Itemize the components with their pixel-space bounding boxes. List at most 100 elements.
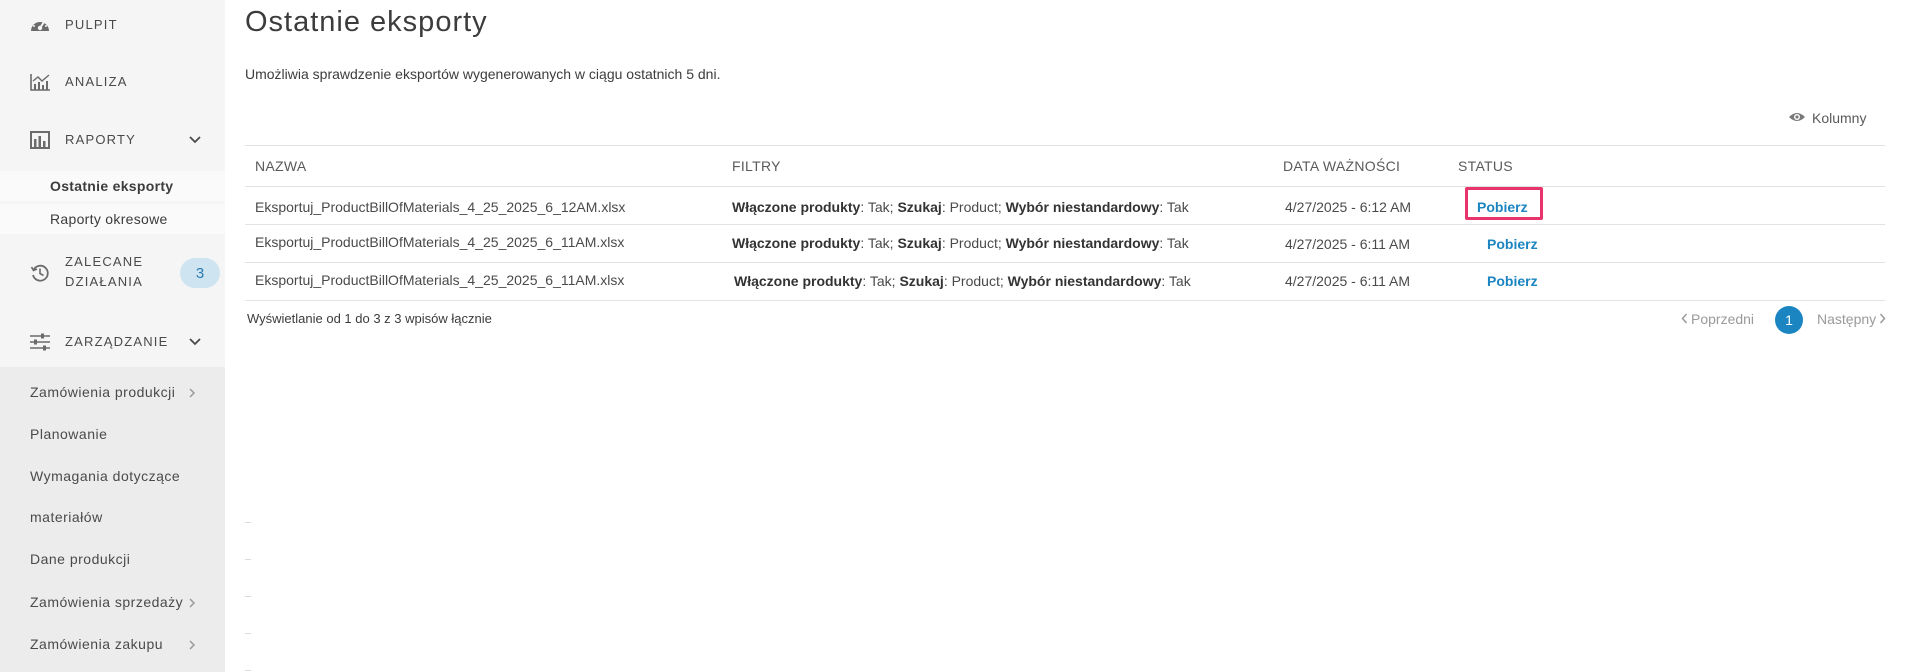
- history-icon: [28, 261, 52, 285]
- sidebar-subitem-production-data[interactable]: Dane produkcji: [0, 543, 225, 577]
- speedometer-icon: [28, 13, 52, 37]
- filter-value: : Tak: [1161, 273, 1191, 289]
- sidebar-subitem-label: Zamówienia zakupu: [30, 636, 164, 652]
- main-content: Ostatnie eksporty Umożliwia sprawdzenie …: [225, 0, 1906, 672]
- next-page-button[interactable]: Następny: [1817, 311, 1886, 327]
- chevron-down-icon: [188, 133, 202, 147]
- eye-icon: [1788, 110, 1806, 126]
- sidebar-item-management[interactable]: ZARZĄDZANIE: [0, 330, 225, 354]
- export-expiry-date: 4/27/2025 - 6:12 AM: [1285, 199, 1412, 215]
- sidebar-item-label-line2: DZIAŁANIA: [65, 274, 143, 289]
- chevron-down-icon: [188, 335, 202, 349]
- sidebar-item-recommended-actions[interactable]: ZALECANE DZIAŁANIA 3: [0, 252, 225, 294]
- sidebar-subitem-material-requirements[interactable]: Wymagania dotyczące: [0, 460, 225, 494]
- table-divider: [245, 300, 1885, 301]
- sidebar-item-label-line1: ZALECANE: [65, 254, 144, 269]
- sidebar-subitem-periodic-reports[interactable]: Raporty okresowe: [0, 204, 225, 234]
- entries-summary: Wyświetlanie od 1 do 3 z 3 wpisów łączni…: [247, 311, 492, 326]
- filter-key: Wybór niestandardowy: [1007, 273, 1162, 289]
- management-submenu: Zamówienia produkcji Planowanie Wymagani…: [0, 367, 225, 672]
- export-file-name: Eksportuj_ProductBillOfMaterials_4_25_20…: [255, 199, 626, 215]
- filter-value: : Product;: [941, 235, 1006, 251]
- page-number-current[interactable]: 1: [1775, 306, 1803, 334]
- export-filters: Włączone produkty: Tak; Szukaj: Product;…: [732, 235, 1189, 251]
- next-page-label: Następny: [1817, 311, 1877, 327]
- filter-value: : Product;: [943, 273, 1008, 289]
- sidebar-subitem-label: Dane produkcji: [30, 551, 131, 567]
- download-link[interactable]: Pobierz: [1487, 236, 1538, 252]
- table-row: Eksportuj_ProductBillOfMaterials_4_25_20…: [245, 263, 1885, 299]
- sidebar-subitem-label: Raporty okresowe: [50, 211, 168, 227]
- page-title: Ostatnie eksporty: [245, 6, 488, 38]
- filter-value: : Product;: [941, 199, 1006, 215]
- filter-key: Wybór niestandardowy: [1005, 199, 1160, 215]
- sidebar-item-label: ZARZĄDZANIE: [65, 334, 169, 349]
- sidebar-item-dashboard[interactable]: PULPIT: [0, 13, 225, 37]
- sidebar-subitem-label: Planowanie: [30, 426, 108, 442]
- line-chart-icon: [28, 70, 52, 94]
- export-filters: Włączone produkty: Tak; Szukaj: Product;…: [732, 199, 1189, 215]
- tick-mark: [245, 559, 251, 560]
- table-row: Eksportuj_ProductBillOfMaterials_4_25_20…: [245, 187, 1885, 223]
- filter-key: Szukaj: [899, 273, 944, 289]
- sidebar-item-analysis[interactable]: ANALIZA: [0, 70, 225, 94]
- sidebar: PULPIT ANALIZA RAPORTY Ostatnie eksporty…: [0, 0, 225, 672]
- sidebar-item-reports[interactable]: RAPORTY: [0, 128, 225, 152]
- column-header-filters[interactable]: FILTRY: [732, 158, 781, 174]
- sidebar-subitem-sales-orders[interactable]: Zamówienia sprzedaży: [0, 586, 225, 620]
- tick-mark: [245, 596, 251, 597]
- tick-mark: [245, 522, 251, 523]
- export-filters: Włączone produkty: Tak; Szukaj: Product;…: [734, 273, 1191, 289]
- sidebar-subitem-recent-exports[interactable]: Ostatnie eksporty: [0, 171, 225, 201]
- table-divider: [245, 145, 1885, 146]
- sidebar-subitem-label: Ostatnie eksporty: [50, 178, 174, 194]
- column-header-expiry-date[interactable]: DATA WAŻNOŚCI: [1283, 158, 1400, 174]
- sidebar-item-label: PULPIT: [65, 17, 118, 32]
- previous-page-label: Poprzedni: [1691, 311, 1755, 327]
- sidebar-subitem-label: Wymagania dotyczące: [30, 468, 181, 484]
- filter-value: : Tak;: [860, 235, 898, 251]
- pagination: Poprzedni 1 Następny: [1681, 306, 1891, 334]
- tick-mark: [245, 670, 251, 671]
- filter-value: : Tak: [1159, 235, 1189, 251]
- chevron-right-icon: [188, 596, 200, 610]
- app-window: PULPIT ANALIZA RAPORTY Ostatnie eksporty…: [0, 0, 1906, 672]
- filter-value: : Tak;: [860, 199, 898, 215]
- sidebar-subitem-label: Zamówienia sprzedaży: [30, 594, 184, 610]
- download-link[interactable]: Pobierz: [1487, 273, 1538, 289]
- filter-key: Szukaj: [897, 235, 942, 251]
- filter-key: Włączone produkty: [732, 199, 861, 215]
- chevron-right-icon: [188, 638, 200, 652]
- chevron-left-icon: [1681, 311, 1688, 327]
- count-badge: 3: [180, 258, 220, 288]
- previous-page-button[interactable]: Poprzedni: [1681, 311, 1754, 327]
- filter-key: Włączone produkty: [732, 235, 861, 251]
- bar-chart-icon: [28, 128, 52, 152]
- page-description: Umożliwia sprawdzenie eksportów wygenero…: [245, 66, 721, 82]
- sidebar-item-label: ANALIZA: [65, 74, 128, 89]
- export-file-name: Eksportuj_ProductBillOfMaterials_4_25_20…: [255, 234, 625, 250]
- sidebar-subitem-purchase-orders[interactable]: Zamówienia zakupu: [0, 628, 225, 662]
- columns-button[interactable]: Kolumny: [1788, 110, 1866, 126]
- filter-value: : Tak;: [862, 273, 900, 289]
- sidebar-subitem-label: Zamówienia produkcji: [30, 384, 176, 400]
- sidebar-subitem-label: materiałów: [30, 509, 103, 525]
- export-expiry-date: 4/27/2025 - 6:11 AM: [1285, 273, 1411, 289]
- filter-key: Włączone produkty: [734, 273, 863, 289]
- download-link-highlight: [1465, 187, 1543, 220]
- table-row: Eksportuj_ProductBillOfMaterials_4_25_20…: [245, 225, 1885, 261]
- filter-key: Wybór niestandardowy: [1005, 235, 1160, 251]
- sidebar-subitem-material-requirements-cont[interactable]: materiałów: [0, 501, 225, 535]
- column-header-name[interactable]: NAZWA: [255, 158, 307, 174]
- chevron-right-icon: [1879, 311, 1886, 327]
- sidebar-subitem-production-orders[interactable]: Zamówienia produkcji: [0, 376, 225, 410]
- filter-key: Szukaj: [897, 199, 942, 215]
- sidebar-item-label: RAPORTY: [65, 132, 137, 147]
- filter-value: : Tak: [1159, 199, 1189, 215]
- tick-mark: [245, 633, 251, 634]
- export-expiry-date: 4/27/2025 - 6:11 AM: [1285, 236, 1411, 252]
- export-file-name: Eksportuj_ProductBillOfMaterials_4_25_20…: [255, 272, 625, 288]
- column-header-status[interactable]: STATUS: [1458, 158, 1513, 174]
- chevron-right-icon: [188, 386, 200, 400]
- sidebar-subitem-planning[interactable]: Planowanie: [0, 418, 225, 452]
